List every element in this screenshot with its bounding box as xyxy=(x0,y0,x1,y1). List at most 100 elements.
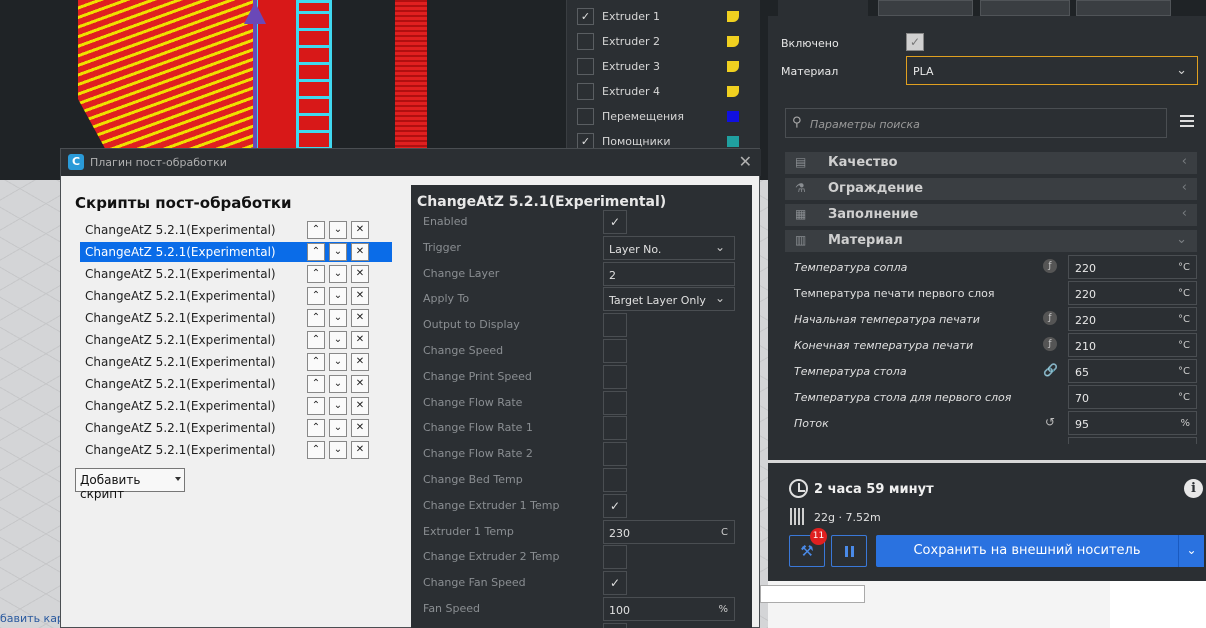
legend-checkbox[interactable]: ✓ xyxy=(577,8,594,25)
reset-icon[interactable]: ↺ xyxy=(1043,415,1057,429)
remove-script-button[interactable]: ✕ xyxy=(351,309,369,327)
script-option-checkbox[interactable]: ✓ xyxy=(603,210,627,234)
script-list-item[interactable]: ChangeAtZ 5.2.1(Experimental) ⌃ ⌄ ✕ xyxy=(80,286,392,306)
script-option-checkbox[interactable] xyxy=(603,364,627,389)
script-list-item[interactable]: ChangeAtZ 5.2.1(Experimental) ⌃ ⌄ ✕ xyxy=(80,242,392,262)
move-down-button[interactable]: ⌄ xyxy=(329,375,347,393)
move-up-button[interactable]: ⌃ xyxy=(307,309,325,327)
settings-category[interactable]: ▤ Качество ‹ xyxy=(785,152,1197,174)
script-option-checkbox[interactable]: ✓ xyxy=(603,493,627,518)
legend-checkbox[interactable] xyxy=(577,58,594,75)
script-option-checkbox[interactable] xyxy=(603,339,627,363)
menu-icon[interactable] xyxy=(1180,115,1194,127)
setting-value-input[interactable]: 65 °C xyxy=(1068,359,1197,383)
script-list-item[interactable]: ChangeAtZ 5.2.1(Experimental) ⌃ ⌄ ✕ xyxy=(80,374,392,394)
script-list-item[interactable]: ChangeAtZ 5.2.1(Experimental) ⌃ ⌄ ✕ xyxy=(80,308,392,328)
remove-script-button[interactable]: ✕ xyxy=(351,243,369,261)
material-select[interactable]: PLA ⌄ xyxy=(906,56,1198,85)
script-list-item[interactable]: ChangeAtZ 5.2.1(Experimental) ⌃ ⌄ ✕ xyxy=(80,396,392,416)
script-option-checkbox[interactable] xyxy=(603,313,627,338)
move-up-button[interactable]: ⌃ xyxy=(307,243,325,261)
settings-category[interactable]: ▦ Заполнение ‹ xyxy=(785,204,1197,226)
tab-extruder-1[interactable] xyxy=(778,0,868,17)
tab-extruder-2[interactable] xyxy=(878,0,973,16)
legend-checkbox[interactable] xyxy=(577,83,594,100)
save-to-removable-button[interactable]: Сохранить на внешний носитель xyxy=(876,535,1178,567)
script-option-checkbox[interactable] xyxy=(603,390,627,415)
remove-script-button[interactable]: ✕ xyxy=(351,265,369,283)
remove-script-button[interactable]: ✕ xyxy=(351,221,369,239)
move-down-button[interactable]: ⌄ xyxy=(329,441,347,459)
script-list-item[interactable]: ChangeAtZ 5.2.1(Experimental) ⌃ ⌄ ✕ xyxy=(80,418,392,438)
script-option-checkbox[interactable] xyxy=(603,545,627,570)
tab-extruder-3[interactable] xyxy=(980,0,1070,16)
remove-script-button[interactable]: ✕ xyxy=(351,353,369,371)
script-list-item[interactable]: ChangeAtZ 5.2.1(Experimental) ⌃ ⌄ ✕ xyxy=(80,440,392,460)
move-up-button[interactable]: ⌃ xyxy=(307,287,325,305)
remove-script-button[interactable]: ✕ xyxy=(351,287,369,305)
move-down-button[interactable]: ⌄ xyxy=(329,265,347,283)
function-icon[interactable]: ƒ xyxy=(1043,259,1057,273)
legend-checkbox[interactable] xyxy=(577,33,594,50)
legend-item[interactable]: Extruder 3 xyxy=(577,54,751,79)
remove-script-button[interactable]: ✕ xyxy=(351,419,369,437)
legend-item[interactable]: Перемещения xyxy=(577,104,751,129)
script-option-input[interactable]: 100% xyxy=(603,597,735,621)
move-up-button[interactable]: ⌃ xyxy=(307,375,325,393)
move-down-button[interactable]: ⌄ xyxy=(329,221,347,239)
setting-value-input[interactable]: 220 °C xyxy=(1068,281,1197,305)
settings-category[interactable]: ⚗ Ограждение ‹ xyxy=(785,178,1197,200)
script-option-select[interactable]: Target Layer Only ⌄ xyxy=(603,287,735,312)
script-list-item[interactable]: ChangeAtZ 5.2.1(Experimental) ⌃ ⌄ ✕ xyxy=(80,330,392,350)
move-up-button[interactable]: ⌃ xyxy=(307,419,325,437)
move-up-button[interactable]: ⌃ xyxy=(307,221,325,239)
enabled-checkbox[interactable]: ✓ xyxy=(906,33,924,51)
move-arrow-icon[interactable] xyxy=(244,2,266,24)
function-icon[interactable]: ƒ xyxy=(1043,311,1057,325)
move-down-button[interactable]: ⌄ xyxy=(329,353,347,371)
legend-item[interactable]: Extruder 4 xyxy=(577,79,751,104)
close-icon[interactable]: ✕ xyxy=(739,152,752,171)
legend-item[interactable]: ✓ Extruder 1 xyxy=(577,4,751,29)
setting-value-input[interactable]: 70 °C xyxy=(1068,385,1197,409)
settings-search-input[interactable]: ⚲ Параметры поиска xyxy=(785,108,1167,138)
script-option-checkbox[interactable] xyxy=(603,442,627,467)
background-textarea[interactable] xyxy=(760,585,865,603)
save-options-dropdown[interactable]: ⌄ xyxy=(1178,535,1204,567)
script-option-input[interactable]: 2 xyxy=(603,261,735,286)
script-option-checkbox[interactable]: ✓ xyxy=(603,571,627,596)
move-up-button[interactable]: ⌃ xyxy=(307,331,325,349)
script-list-item[interactable]: ChangeAtZ 5.2.1(Experimental) ⌃ ⌄ ✕ xyxy=(80,220,392,240)
script-list-item[interactable]: ChangeAtZ 5.2.1(Experimental) ⌃ ⌄ ✕ xyxy=(80,264,392,284)
script-option-select[interactable]: Layer No. ⌄ xyxy=(603,235,735,260)
script-list-item[interactable]: ChangeAtZ 5.2.1(Experimental) ⌃ ⌄ ✕ xyxy=(80,352,392,372)
setting-value-input[interactable]: 95% xyxy=(1068,411,1197,435)
move-down-button[interactable]: ⌄ xyxy=(329,331,347,349)
setting-value-input[interactable]: 95% xyxy=(1068,437,1197,444)
setting-value-input[interactable]: 220 °C xyxy=(1068,307,1197,331)
legend-item[interactable]: Extruder 2 xyxy=(577,29,751,54)
function-icon[interactable]: ƒ xyxy=(1043,337,1057,351)
move-down-button[interactable]: ⌄ xyxy=(329,309,347,327)
remove-script-button[interactable]: ✕ xyxy=(351,397,369,415)
move-up-button[interactable]: ⌃ xyxy=(307,397,325,415)
move-down-button[interactable]: ⌄ xyxy=(329,243,347,261)
link-icon[interactable]: 🔗 xyxy=(1043,363,1058,377)
remove-script-button[interactable]: ✕ xyxy=(351,375,369,393)
pause-button[interactable] xyxy=(831,535,867,567)
remove-script-button[interactable]: ✕ xyxy=(351,441,369,459)
add-script-button[interactable]: Добавить скрипт xyxy=(75,468,185,501)
script-option-checkbox[interactable] xyxy=(603,468,627,492)
remove-script-button[interactable]: ✕ xyxy=(351,331,369,349)
script-option-input[interactable]: 230 C xyxy=(603,519,735,544)
setting-value-input[interactable]: 210 °C xyxy=(1068,333,1197,357)
move-arrow-icon[interactable] xyxy=(253,0,257,160)
move-up-button[interactable]: ⌃ xyxy=(307,441,325,459)
setting-value-input[interactable]: 220 °C xyxy=(1068,255,1197,279)
info-icon[interactable]: i xyxy=(1184,479,1203,498)
move-down-button[interactable]: ⌄ xyxy=(329,419,347,437)
move-down-button[interactable]: ⌄ xyxy=(329,287,347,305)
tab-extruder-4[interactable] xyxy=(1076,0,1171,16)
move-up-button[interactable]: ⌃ xyxy=(307,353,325,371)
move-up-button[interactable]: ⌃ xyxy=(307,265,325,283)
